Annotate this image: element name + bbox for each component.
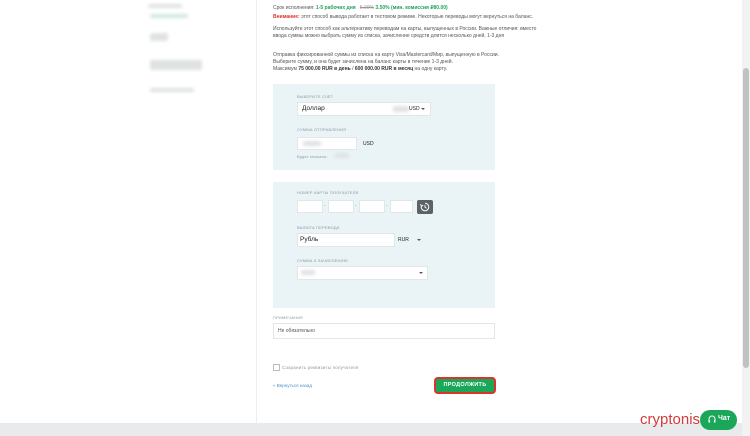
history-button[interactable] [417,200,433,214]
sidebar-item[interactable] [150,88,194,92]
source-account-currency: USD [409,106,420,112]
warning-line: Внимание: этот способ вывода работает в … [273,14,534,20]
chevron-down-icon [419,272,423,274]
card-number-part-3[interactable] [359,200,385,213]
amount-select[interactable] [297,266,428,280]
history-icon [420,202,430,212]
scrollbar-thumb[interactable] [743,68,749,368]
footer-bar [0,423,742,436]
desc-line-2: Выберите сумму, и она будет зачислена на… [273,59,453,65]
sidebar-item[interactable] [150,33,168,41]
card-separator: - [355,203,357,209]
continue-button[interactable]: ПРОДОЛЖИТЬ [434,377,496,394]
card-number-part-1[interactable] [297,200,323,213]
chevron-down-icon [417,239,421,241]
note-line-1: Используйте этот способ как альтернативу… [273,26,537,32]
term-line: Срок исполнения: 1-5 рабочих дня 5.00% 3… [273,5,448,11]
sidebar-item-active[interactable] [150,14,188,18]
chat-button[interactable]: Чат [700,410,737,430]
available-label: Будет списано: [297,154,328,159]
dest-currency-value: Рубль [300,236,319,243]
card-separator: - [324,203,326,209]
available-redacted [335,153,349,158]
sidebar-item[interactable] [150,60,202,70]
fee-value: 3.50% (мин. комиссия ₽80.00) [375,5,448,11]
chat-label: Чат [718,415,731,422]
send-amount-redacted [303,141,321,146]
comment-placeholder: Не обязательно [278,328,315,334]
send-amount-label: Сумма отправления [297,127,347,132]
save-template-checkbox[interactable] [273,364,280,371]
limit-line: Максимум 75 000.00 RUR в день / 600 000.… [273,66,448,72]
chat-icon [708,415,716,423]
dest-currency-code: RUR [398,237,409,243]
term-value: 1-5 рабочих дня [315,5,356,11]
note-line-2: ввода суммы можно выбрать сумму из списк… [273,33,505,39]
save-template-label: Сохранить реквизиты получателя [282,365,359,370]
amount-select-label: Сумма к зачислению [297,258,348,263]
warning-label: Внимание: [273,14,300,20]
sidebar [0,0,257,423]
sidebar-item[interactable] [148,4,182,8]
source-account-value: Доллар [302,105,325,112]
card-number-label: Номер карты получателя [297,190,359,195]
account-number-redacted [393,106,409,112]
card-number-part-4[interactable] [390,200,413,213]
dest-currency-label: Валюта перевода [297,225,340,230]
desc-line-1: Отправка фиксированной суммы из списка н… [273,52,499,58]
page: Срок исполнения: 1-5 рабочих дня 5.00% 3… [0,0,742,423]
source-account-label: Выберите счёт [297,94,334,99]
chevron-down-icon [421,108,425,110]
watermark: cryptonisa [640,411,709,428]
comment-label: Примечание [273,315,304,320]
card-number-part-2[interactable] [328,200,354,213]
back-link[interactable]: « Вернуться назад [273,383,312,388]
send-amount-currency: USD [363,141,374,147]
amount-select-redacted [301,270,315,275]
card-separator: - [386,203,388,209]
fee-old: 5.00% [359,5,375,11]
